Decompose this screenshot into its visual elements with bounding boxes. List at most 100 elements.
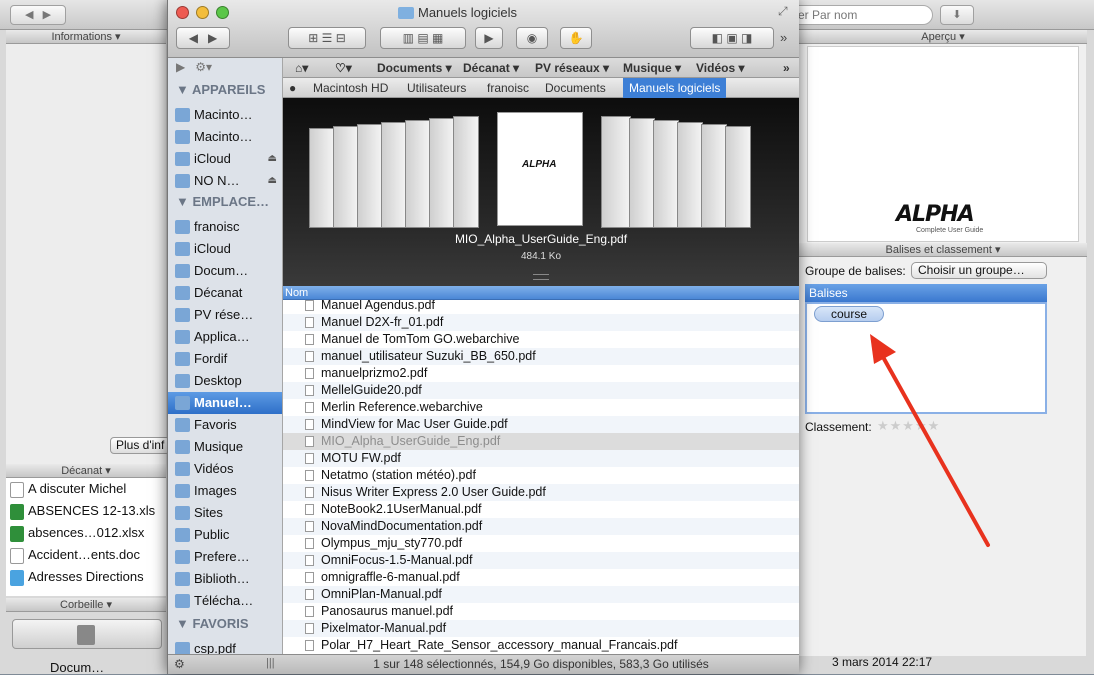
favbar-overflow-icon[interactable]: » — [783, 61, 790, 75]
background-download-button[interactable]: ⬇ — [940, 5, 974, 25]
decanat-list-item[interactable]: Adresses Directions — [6, 566, 166, 588]
sidebar-item[interactable]: iCloud ⏏ — [168, 148, 282, 170]
coverflow-item[interactable] — [701, 124, 727, 228]
zoom-button[interactable] — [216, 6, 229, 19]
sidebar-item[interactable]: Public — [168, 524, 282, 546]
more-info-button[interactable]: Plus d'inf — [110, 437, 170, 454]
home-icon[interactable]: ⌂▾ — [295, 61, 308, 75]
file-row[interactable]: Merlin Reference.webarchive — [283, 399, 799, 416]
disclosure-triangle-icon[interactable]: ▼ — [176, 194, 192, 209]
file-row[interactable]: MIO_Alpha_UserGuide_Eng.pdf — [283, 433, 799, 450]
path-item[interactable]: Manuels logiciels — [623, 78, 727, 98]
sidebar-item[interactable]: Biblioth… — [168, 568, 282, 590]
background-search-input[interactable]: rer Par nom — [785, 5, 933, 25]
tags-header[interactable]: Balises et classement ▾ — [799, 243, 1087, 257]
file-row[interactable]: MellelGuide20.pdf — [283, 382, 799, 399]
gear-icon[interactable]: ⚙ — [174, 657, 185, 671]
column-header-name[interactable]: Nom — [283, 286, 799, 300]
file-row[interactable]: Polar_H7_Heart_Rate_Sensor_accessory_man… — [283, 637, 799, 654]
coverflow-item[interactable] — [429, 118, 455, 228]
sidebar-item[interactable]: Macinto… — [168, 126, 282, 148]
file-row[interactable]: Nisus Writer Express 2.0 User Guide.pdf — [283, 484, 799, 501]
heart-icon[interactable]: ♡▾ — [335, 61, 352, 75]
view-mode-segment[interactable]: ⊞ ☰ ⊟ — [288, 27, 366, 49]
sidebar-item[interactable]: franoisc — [168, 216, 282, 238]
decanat-list-item[interactable]: A discuter Michel — [6, 478, 166, 500]
quicklook-button[interactable]: ▶ — [475, 27, 503, 49]
coverflow-item[interactable] — [677, 122, 703, 228]
sidebar-section-favorites[interactable]: ▼ FAVORIS — [176, 616, 249, 631]
file-row[interactable]: Pixelmator-Manual.pdf — [283, 620, 799, 637]
coverflow-item[interactable] — [453, 116, 479, 228]
sidebar-resize-handle[interactable]: ||| — [266, 657, 275, 669]
file-row[interactable]: OmniPlan-Manual.pdf — [283, 586, 799, 603]
file-row[interactable]: Manuel D2X-fr_01.pdf — [283, 314, 799, 331]
file-row[interactable]: Manuel Agendus.pdf — [283, 300, 799, 314]
background-back-forward[interactable]: ◀ ▶ — [10, 5, 66, 25]
layout-segment[interactable]: ◧ ▣ ◨ — [690, 27, 774, 49]
sidebar-item[interactable]: Fordif — [168, 348, 282, 370]
eject-icon[interactable]: ⏏ — [268, 148, 277, 170]
file-row[interactable]: omnigraffle-6-manual.pdf — [283, 569, 799, 586]
coverflow-resize-handle[interactable] — [533, 274, 549, 280]
coverflow-item[interactable] — [309, 128, 335, 228]
trash-button[interactable] — [12, 619, 162, 649]
sidebar-item[interactable]: Macinto… — [168, 104, 282, 126]
sidebar-item[interactable]: Images — [168, 480, 282, 502]
decanat-list-item[interactable]: ABSENCES 12-13.xls — [6, 500, 166, 522]
sidebar-item[interactable]: PV rése… — [168, 304, 282, 326]
sidebar-item[interactable]: Vidéos — [168, 458, 282, 480]
file-row[interactable]: MindView for Mac User Guide.pdf — [283, 416, 799, 433]
sidebar-item[interactable]: Manuel… — [168, 392, 282, 414]
decanat-list-item[interactable]: absences…012.xlsx — [6, 522, 166, 544]
favbar-item[interactable]: Vidéos ▾ — [696, 61, 745, 75]
eject-icon[interactable]: ⏏ — [268, 170, 277, 192]
tag-group-select[interactable]: Choisir un groupe… — [911, 262, 1047, 279]
coverflow-item[interactable] — [405, 120, 431, 228]
coverflow-view-segment[interactable]: ▥ ▤ ▦ — [380, 27, 466, 49]
favbar-item[interactable]: Décanat ▾ — [463, 61, 519, 75]
disclosure-triangle-icon[interactable]: ▼ — [176, 82, 192, 97]
file-row[interactable]: Olympus_mju_sty770.pdf — [283, 535, 799, 552]
file-row[interactable]: manuelprizmo2.pdf — [283, 365, 799, 382]
sidebar-section-devices[interactable]: ▼ APPAREILS — [176, 82, 265, 97]
sidebar-section-places[interactable]: ▼ EMPLACE… — [176, 194, 269, 209]
sidebar-item[interactable]: NO N… ⏏ — [168, 170, 282, 192]
minimize-button[interactable] — [196, 6, 209, 19]
fullscreen-icon[interactable]: ⤢ — [778, 4, 788, 19]
sidebar-item[interactable]: Sites — [168, 502, 282, 524]
path-item[interactable]: Documents — [545, 81, 606, 95]
coverflow-item[interactable] — [725, 126, 751, 228]
favbar-item[interactable]: PV réseaux ▾ — [535, 61, 609, 75]
trash-panel-header[interactable]: Corbeille ▾ — [6, 598, 166, 612]
path-item[interactable]: Macintosh HD — [313, 81, 388, 95]
file-row[interactable]: NoteBook2.1UserManual.pdf — [283, 501, 799, 518]
sidebar-item[interactable]: Applica… — [168, 326, 282, 348]
coverflow-selected-item[interactable]: ALPHA — [497, 112, 583, 226]
file-row[interactable]: NovaMindDocumentation.pdf — [283, 518, 799, 535]
sidebar-item[interactable]: Musique — [168, 436, 282, 458]
sidebar-item[interactable]: Décanat — [168, 282, 282, 304]
sidebar-item[interactable]: Télécha… — [168, 590, 282, 612]
coverflow-item[interactable] — [653, 120, 679, 228]
hand-tool-button[interactable]: ✋ — [560, 27, 592, 49]
close-button[interactable] — [176, 6, 189, 19]
coverflow-item[interactable] — [333, 126, 359, 228]
toolbar-overflow-icon[interactable]: » — [780, 30, 787, 45]
file-row[interactable]: MOTU FW.pdf — [283, 450, 799, 467]
path-item[interactable]: Utilisateurs — [407, 81, 466, 95]
tag-token-course[interactable]: course — [814, 306, 884, 322]
sidebar-toggle-icon[interactable]: ▶ ⚙▾ — [176, 60, 212, 74]
coverflow-item[interactable] — [601, 116, 631, 228]
sidebar-item[interactable]: Prefere… — [168, 546, 282, 568]
path-item[interactable]: franoisc — [487, 81, 529, 95]
sidebar-item[interactable]: Favoris — [168, 414, 282, 436]
coverflow-item[interactable] — [381, 122, 407, 228]
sidebar-item[interactable]: iCloud — [168, 238, 282, 260]
action-button[interactable]: ◉ — [516, 27, 548, 49]
disclosure-triangle-icon[interactable]: ▼ — [176, 616, 192, 631]
sidebar-item[interactable]: Desktop — [168, 370, 282, 392]
coverflow-item[interactable] — [357, 124, 383, 228]
file-row[interactable]: Manuel de TomTom GO.webarchive — [283, 331, 799, 348]
file-row[interactable]: Panosaurus manuel.pdf — [283, 603, 799, 620]
